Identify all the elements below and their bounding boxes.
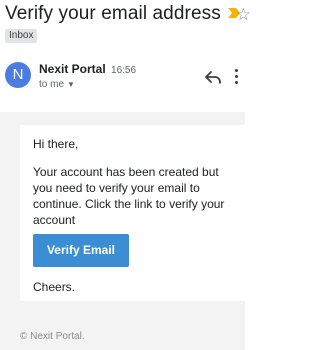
- timestamp: 16:56: [111, 65, 137, 76]
- email-message-card: Hi there, Your account has been created …: [20, 125, 245, 301]
- avatar[interactable]: N: [5, 62, 31, 88]
- email-subject: Verify your email address: [5, 3, 221, 24]
- recipient-text: to me: [39, 79, 65, 90]
- more-vert-icon[interactable]: [235, 69, 239, 89]
- inbox-label[interactable]: Inbox: [5, 29, 38, 43]
- message-body: Your account has been created but you ne…: [33, 165, 225, 227]
- subject-row: Verify your email address ☆: [5, 3, 251, 27]
- signoff: Cheers.: [33, 280, 76, 294]
- chevron-down-icon[interactable]: ▼: [67, 80, 75, 89]
- sender-name-text: Nexit Portal: [39, 62, 106, 76]
- sender-name[interactable]: Nexit Portal 16:56: [39, 62, 136, 76]
- footer-copyright: © Nexit Portal.: [20, 331, 85, 342]
- star-icon[interactable]: ☆: [236, 5, 251, 25]
- recipient-details[interactable]: to me ▼: [39, 79, 75, 90]
- verify-email-button[interactable]: Verify Email: [33, 234, 129, 267]
- greeting: Hi there,: [33, 137, 79, 151]
- reply-icon[interactable]: [205, 70, 221, 89]
